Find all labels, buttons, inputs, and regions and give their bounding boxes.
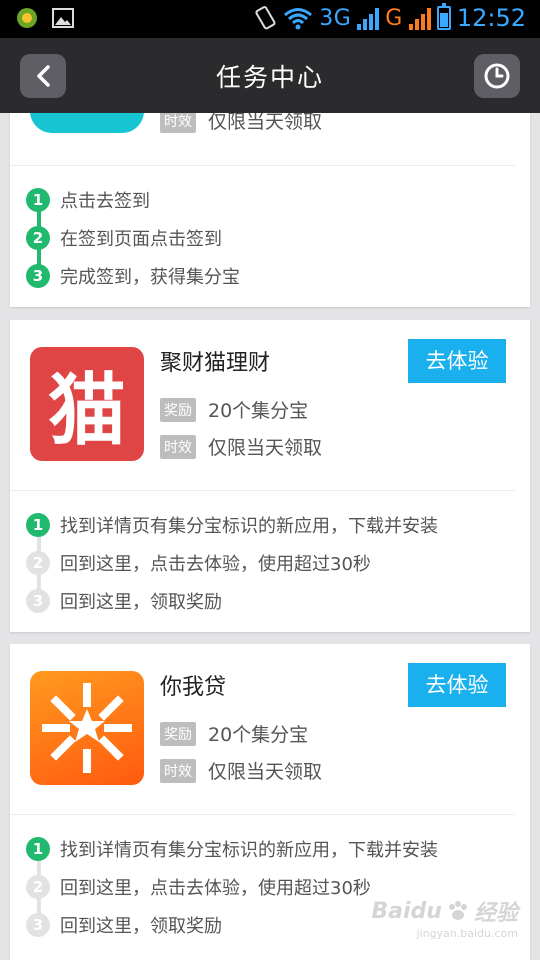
status-bar: 3G G 12:52 xyxy=(0,0,540,38)
step-number: 3 xyxy=(26,264,50,288)
validity-value: 仅限当天领取 xyxy=(208,761,323,783)
try-button[interactable]: 去体验 xyxy=(408,339,506,383)
try-button[interactable]: 去体验 xyxy=(408,663,506,707)
step-item: 3 回到这里，领取奖励 xyxy=(26,582,438,620)
network-type-2: G xyxy=(385,5,403,31)
step-text: 回到这里，点击去体验，使用超过30秒 xyxy=(60,554,371,575)
signal-1-icon xyxy=(357,6,380,30)
reward-tag: 奖励 xyxy=(160,721,196,746)
step-number: 1 xyxy=(26,188,50,212)
history-button[interactable] xyxy=(474,54,520,98)
step-number: 2 xyxy=(26,226,50,250)
vibrate-icon xyxy=(255,6,276,30)
step-text: 点击去签到 xyxy=(60,191,150,212)
validity-row: 时效 仅限当天领取 xyxy=(160,433,322,460)
validity-tag: 时效 xyxy=(160,113,196,133)
step-number: 3 xyxy=(26,913,50,937)
step-item: 1 点击去签到 xyxy=(26,181,240,219)
status-time: 12:52 xyxy=(456,4,526,32)
step-item: 1 找到详情页有集分宝标识的新应用，下载并安装 xyxy=(26,830,438,868)
steps-list: 1 点击去签到 2 在签到页面点击签到 3 完成签到，获得集分宝 xyxy=(10,181,240,295)
step-number: 2 xyxy=(26,875,50,899)
watermark-url: jingyan.baidu.com xyxy=(416,927,518,940)
step-text: 在签到页面点击签到 xyxy=(60,229,222,250)
task-card: 时效 仅限当天领取 1 点击去签到 2 在签到页面点击签到 3 完成签到，获得集… xyxy=(10,113,530,307)
validity-row: 时效 仅限当天领取 xyxy=(160,113,322,134)
validity-row: 时效 仅限当天领取 xyxy=(160,757,322,784)
step-number: 3 xyxy=(26,589,50,613)
app-name: 你我贷 xyxy=(160,675,227,700)
validity-value: 仅限当天领取 xyxy=(208,113,323,133)
step-item: 2 回到这里，点击去体验，使用超过30秒 xyxy=(26,544,438,582)
clock-icon xyxy=(484,63,510,89)
reward-row: 奖励 20个集分宝 xyxy=(160,720,308,747)
step-number: 1 xyxy=(26,837,50,861)
divider xyxy=(10,490,515,491)
network-type-1: 3G xyxy=(319,5,352,31)
validity-tag: 时效 xyxy=(160,434,196,459)
validity-value: 仅限当天领取 xyxy=(208,437,323,459)
watermark-brand-cn: 经验 xyxy=(473,901,518,926)
reward-row: 奖励 20个集分宝 xyxy=(160,396,308,423)
app-icon[interactable] xyxy=(30,113,144,133)
reward-tag: 奖励 xyxy=(160,397,196,422)
baidu-watermark: Baidu 经验 jingyan.baidu.com xyxy=(371,895,518,941)
step-item: 1 找到详情页有集分宝标识的新应用，下载并安装 xyxy=(26,506,438,544)
task-card: 猫 聚财猫理财 去体验 奖励 20个集分宝 时效 仅限当天领取 1 找到详情页有… xyxy=(10,320,530,632)
steps-list: 1 找到详情页有集分宝标识的新应用，下载并安装 2 回到这里，点击去体验，使用超… xyxy=(10,506,438,620)
app-icon[interactable]: 猫 xyxy=(30,347,144,461)
app-name: 聚财猫理财 xyxy=(160,351,271,376)
step-text: 回到这里，领取奖励 xyxy=(60,592,222,613)
step-text: 回到这里，点击去体验，使用超过30秒 xyxy=(60,878,371,899)
divider xyxy=(10,165,515,166)
reward-value: 20个集分宝 xyxy=(208,400,309,422)
battery-icon xyxy=(436,3,451,30)
signal-2-icon xyxy=(408,6,431,30)
step-number: 2 xyxy=(26,551,50,575)
step-text: 找到详情页有集分宝标识的新应用，下载并安装 xyxy=(60,516,438,537)
nwd-logo-icon xyxy=(42,683,132,773)
page-title: 任务中心 xyxy=(215,63,324,92)
app-notification-icon xyxy=(17,8,37,28)
reward-value: 20个集分宝 xyxy=(208,724,309,746)
app-icon[interactable] xyxy=(30,671,144,785)
wifi-icon xyxy=(284,8,313,30)
step-number: 1 xyxy=(26,513,50,537)
image-notification-icon xyxy=(52,8,74,28)
app-icon-glyph: 猫 xyxy=(47,365,126,456)
step-text: 完成签到，获得集分宝 xyxy=(60,267,240,288)
step-item: 3 完成签到，获得集分宝 xyxy=(26,257,240,295)
step-item: 2 在签到页面点击签到 xyxy=(26,219,240,257)
divider xyxy=(10,814,515,815)
validity-tag: 时效 xyxy=(160,758,196,783)
title-bar: 任务中心 xyxy=(0,38,540,113)
step-text: 找到详情页有集分宝标识的新应用，下载并安装 xyxy=(60,840,438,861)
paw-icon xyxy=(448,901,467,920)
task-list[interactable]: 时效 仅限当天领取 1 点击去签到 2 在签到页面点击签到 3 完成签到，获得集… xyxy=(0,113,540,960)
watermark-brand: Baidu xyxy=(371,898,442,924)
step-text: 回到这里，领取奖励 xyxy=(60,916,222,937)
